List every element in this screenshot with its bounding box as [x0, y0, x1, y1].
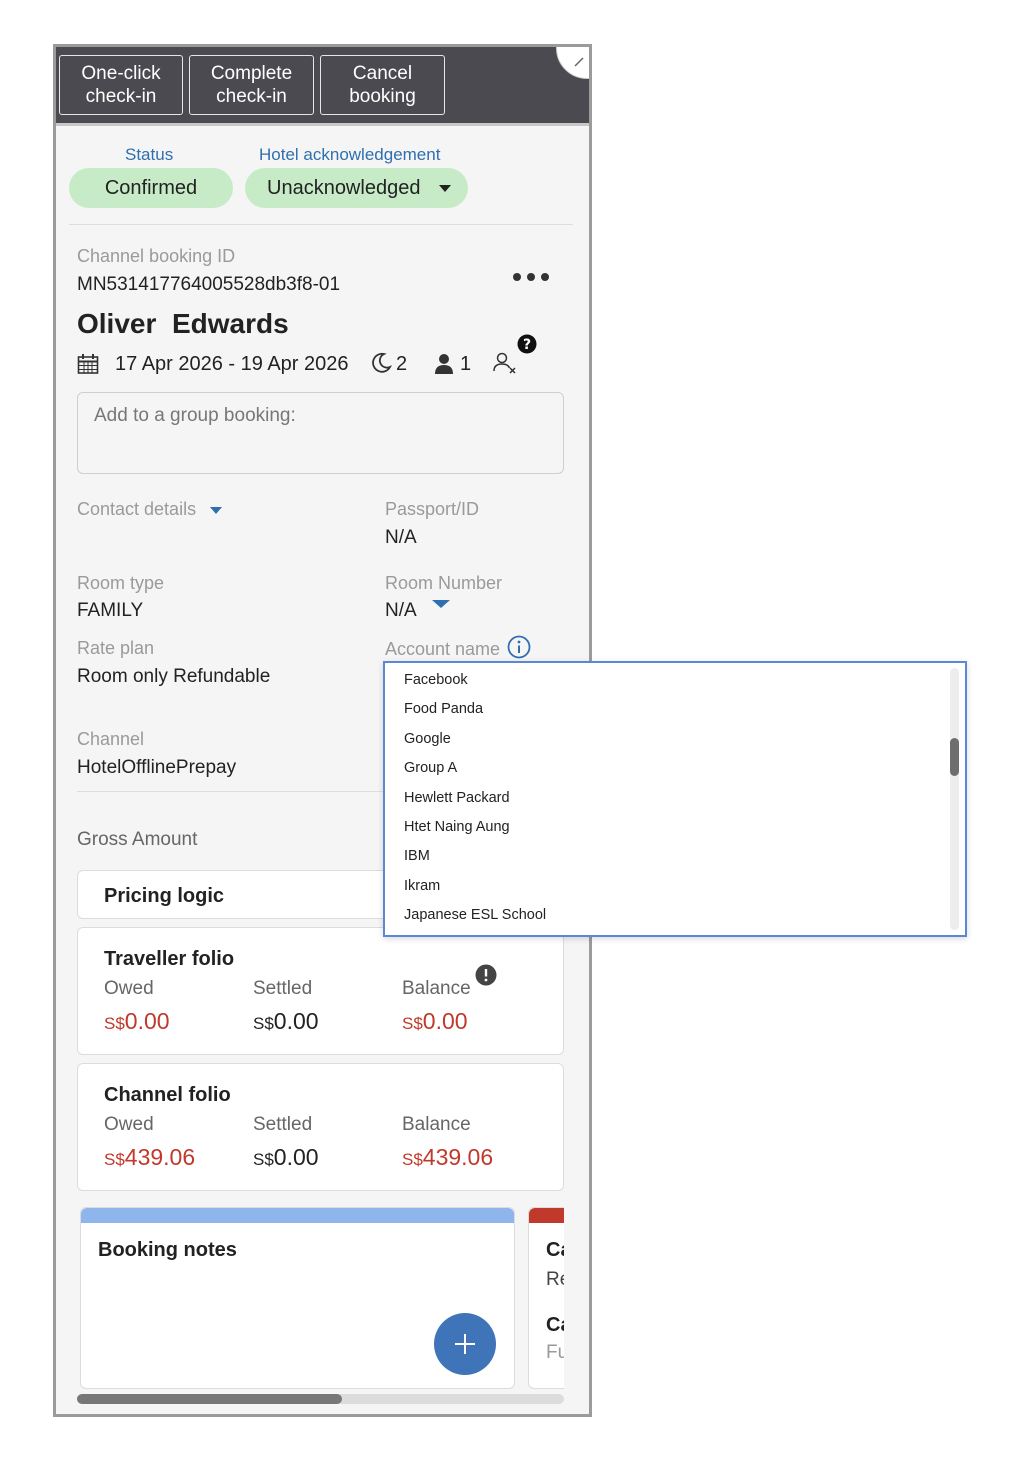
notes-color-bar	[81, 1208, 514, 1223]
horizontal-scrollbar[interactable]	[77, 1394, 564, 1404]
guests-count: 1	[460, 353, 472, 375]
room-type-value: FAMILY	[77, 600, 144, 621]
account-option[interactable]: Htet Naing Aung	[404, 819, 510, 835]
booking-notes-title: Booking notes	[98, 1239, 237, 1261]
calendar-icon	[77, 354, 99, 374]
alert-icon	[475, 964, 497, 986]
booking-dates: 17 Apr 2026 - 19 Apr 2026	[115, 353, 349, 375]
action-bar: One-click check-in Complete check-in Can…	[56, 47, 589, 123]
caret-down-icon	[439, 185, 452, 192]
channel-folio-card: Channel folio Owed Settled Balance S$439…	[77, 1063, 564, 1191]
person-remove-icon[interactable]	[493, 351, 519, 375]
dropdown-scrollbar[interactable]	[950, 668, 959, 930]
complete-check-in-button[interactable]: Complete check-in	[189, 55, 314, 115]
ack-dropdown[interactable]: Unacknowledged	[245, 168, 468, 208]
svg-text:?: ?	[523, 337, 531, 353]
rate-plan-value: Room only Refundable	[77, 666, 271, 687]
one-click-check-in-button[interactable]: One-click check-in	[59, 55, 183, 115]
channel-label: Channel	[77, 729, 145, 749]
more-icon	[513, 273, 549, 281]
complete-label: Complete check-in	[210, 63, 293, 107]
passport-value: N/A	[385, 527, 417, 548]
clip-mask	[564, 1197, 589, 1397]
channel-folio-title: Channel folio	[104, 1084, 231, 1106]
contact-details-label: Contact details	[77, 499, 197, 519]
account-option[interactable]: Food Panda	[404, 701, 483, 717]
account-option[interactable]: Japanese ESL School	[404, 907, 546, 923]
account-option[interactable]: Ikram	[404, 878, 440, 894]
scrollbar-thumb[interactable]	[77, 1394, 342, 1404]
caret-down-icon	[210, 507, 223, 514]
channel-id-label: Channel booking ID	[77, 246, 236, 266]
room-number-value: N/A	[385, 600, 417, 621]
channel-balance: S$439.06	[402, 1144, 494, 1170]
traveller-owed: S$0.00	[104, 1008, 170, 1034]
channel-booking-id: MN531417764005528db3f8-01	[77, 274, 341, 295]
moon-icon	[372, 352, 392, 373]
status-badge: Confirmed	[69, 168, 233, 208]
person-icon	[435, 354, 453, 374]
plus-icon	[455, 1334, 475, 1354]
status-label: Status	[125, 145, 174, 164]
one-click-label: One-click check-in	[81, 63, 161, 107]
channel-settled: S$0.00	[253, 1144, 319, 1170]
group-booking-input[interactable]: Add to a group booking:	[77, 392, 564, 474]
balance-label: Balance	[402, 978, 471, 999]
nights-count: 2	[396, 353, 408, 375]
info-icon[interactable]	[507, 635, 531, 659]
channel-value: HotelOfflinePrepay	[77, 757, 237, 778]
status-value: Confirmed	[104, 176, 198, 199]
account-option[interactable]: Group A	[404, 760, 457, 776]
owed-label: Owed	[104, 1114, 154, 1135]
room-type-label: Room type	[77, 573, 165, 593]
divider	[56, 123, 589, 126]
passport-label: Passport/ID	[385, 499, 480, 519]
cancel-booking-button[interactable]: Cancel booking	[320, 55, 445, 115]
more-button[interactable]	[511, 270, 553, 289]
room-number-label: Room Number	[385, 573, 503, 593]
traveller-settled: S$0.00	[253, 1008, 319, 1034]
group-booking-placeholder: Add to a group booking:	[94, 405, 296, 426]
account-option[interactable]: Hewlett Packard	[404, 790, 510, 806]
booking-notes-card: Booking notes	[80, 1207, 515, 1389]
rate-plan-label: Rate plan	[77, 638, 155, 658]
account-option[interactable]: Facebook	[404, 672, 468, 688]
account-option[interactable]: IBM	[404, 848, 430, 864]
guest-name: Oliver Edwards	[77, 308, 289, 339]
gross-amount-label: Gross Amount	[77, 829, 198, 850]
cancel-label: Cancel booking	[349, 63, 416, 107]
pricing-logic-title: Pricing logic	[104, 885, 225, 907]
ack-label: Hotel acknowledgement	[259, 145, 441, 164]
settled-label: Settled	[253, 1114, 313, 1135]
balance-label: Balance	[402, 1114, 471, 1135]
traveller-folio-card: Traveller folio Owed Settled Balance S$0…	[77, 927, 564, 1055]
account-option[interactable]: Google	[404, 731, 451, 747]
ack-value: Unacknowledged	[267, 176, 421, 199]
traveller-balance: S$0.00	[402, 1008, 468, 1034]
help-icon[interactable]: ?	[517, 334, 537, 354]
room-number-dropdown[interactable]: N/A	[385, 600, 451, 622]
channel-owed: S$439.06	[104, 1144, 196, 1170]
dropdown-scrollbar-thumb[interactable]	[950, 738, 959, 776]
close-icon	[574, 57, 584, 67]
traveller-folio-title: Traveller folio	[104, 948, 235, 970]
account-name-label: Account name	[385, 639, 501, 659]
caret-down-icon	[432, 600, 451, 608]
settled-label: Settled	[253, 978, 313, 999]
add-note-button[interactable]	[434, 1313, 496, 1375]
divider	[77, 791, 387, 792]
contact-details-toggle[interactable]: Contact details	[77, 499, 223, 520]
divider	[69, 224, 573, 225]
close-button[interactable]	[556, 47, 589, 79]
owed-label: Owed	[104, 978, 154, 999]
account-name-dropdown[interactable]: Facebook Food Panda Google Group A Hewle…	[383, 661, 967, 937]
